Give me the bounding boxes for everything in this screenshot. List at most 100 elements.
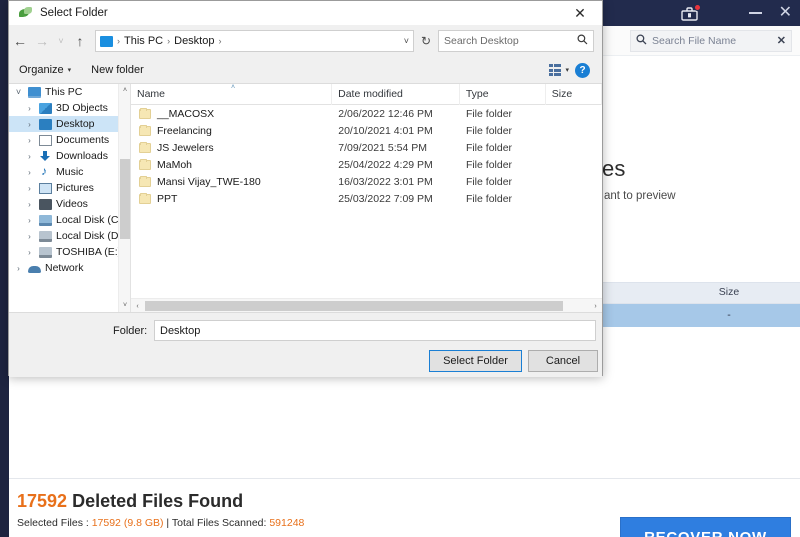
scrollbar-thumb[interactable]: [120, 159, 130, 239]
select-folder-button[interactable]: Select Folder: [429, 350, 522, 372]
scroll-down-button[interactable]: ˅: [119, 299, 131, 312]
refresh-button[interactable]: ↻: [414, 30, 438, 52]
chevron-right-icon[interactable]: ›: [24, 152, 35, 161]
tree-item-network[interactable]: › Network: [9, 260, 130, 276]
file-row-date: 25/04/2022 4:29 PM: [332, 159, 460, 171]
chevron-right-icon[interactable]: ›: [24, 168, 35, 177]
chevron-down-icon[interactable]: ˅: [404, 36, 409, 46]
column-header-size[interactable]: Size: [546, 84, 602, 105]
dialog-main-area: ˅This PC › 3D Objects ›Desktop›Documents›Do…: [9, 84, 602, 312]
scroll-right-button[interactable]: ›: [589, 299, 602, 312]
dialog-search-input[interactable]: Search Desktop: [438, 30, 594, 52]
table-row[interactable]: Freelancing20/10/2021 4:01 PMFile folder: [131, 122, 602, 139]
close-button[interactable]: ✕: [779, 5, 792, 21]
file-row-name-label: Freelancing: [157, 125, 212, 137]
file-row-name-label: Mansi Vijay_TWE-180: [157, 176, 261, 188]
tree-item-documents[interactable]: ›Documents: [9, 132, 130, 148]
back-button[interactable]: ←: [9, 28, 31, 54]
dialog-close-button[interactable]: ✕: [558, 1, 602, 25]
chevron-right-icon[interactable]: ›: [24, 232, 35, 241]
table-row[interactable]: JS Jewelers7/09/2021 5:54 PMFile folder: [131, 139, 602, 156]
chevron-down-icon: ▾: [565, 66, 569, 74]
folder-select-icon: [19, 6, 33, 20]
new-folder-button[interactable]: New folder: [81, 64, 154, 76]
table-row[interactable]: MaMoh25/04/2022 4:29 PMFile folder: [131, 156, 602, 173]
scroll-left-button[interactable]: ‹: [131, 299, 144, 312]
scrollbar-thumb[interactable]: [145, 301, 563, 311]
hamburger-menu-icon[interactable]: [715, 7, 732, 19]
scroll-up-button[interactable]: ˄: [119, 84, 131, 97]
tree-item-videos[interactable]: ›Videos: [9, 196, 130, 212]
chevron-right-icon[interactable]: ›: [24, 216, 35, 225]
music-icon: [39, 167, 52, 178]
search-icon: [636, 34, 647, 48]
tree-vertical-scrollbar[interactable]: ˄ ˅: [118, 84, 130, 312]
file-list-pane: Name ˄ Date modified Type Size __MACOSX2…: [131, 84, 602, 312]
chevron-right-icon[interactable]: ›: [24, 120, 35, 129]
tree-item-local-disk-d[interactable]: ›Local Disk (D:): [9, 228, 130, 244]
table-row[interactable]: Mansi Vijay_TWE-18016/03/2022 3:01 PMFil…: [131, 173, 602, 190]
folder-icon: [139, 160, 151, 170]
file-list-header: Name ˄ Date modified Type Size: [131, 84, 602, 105]
selected-files-prefix: Selected Files :: [17, 517, 92, 529]
tree-item-label: 3D Objects: [56, 102, 108, 114]
forward-button[interactable]: →: [31, 28, 53, 54]
tree-item-toshiba-e[interactable]: › TOSHIBA (E:): [9, 244, 130, 260]
recent-locations-button[interactable]: ˅: [53, 28, 69, 54]
address-bar[interactable]: › This PC › Desktop › ˅: [95, 30, 414, 52]
tree-item-pictures[interactable]: ›Pictures: [9, 180, 130, 196]
tree-item-downloads[interactable]: ›Downloads: [9, 148, 130, 164]
tree-item-music[interactable]: ›Music: [9, 164, 130, 180]
select-folder-dialog: Select Folder ✕ ← → ˅ ↑ › This PC › Desk…: [8, 0, 603, 376]
chevron-right-icon[interactable]: ›: [24, 184, 35, 193]
file-name-search-input[interactable]: Search File Name ✕: [630, 30, 792, 52]
cancel-button[interactable]: Cancel: [528, 350, 598, 372]
organize-button[interactable]: Organize ▾: [9, 64, 81, 76]
chevron-right-icon[interactable]: ›: [13, 264, 24, 273]
tree-item-local-disk-c[interactable]: ›Local Disk (C:): [9, 212, 130, 228]
desk-icon: [39, 119, 52, 130]
breadcrumb-this-pc[interactable]: This PC: [124, 35, 163, 47]
hdd-icon: [39, 231, 52, 242]
help-button[interactable]: ?: [575, 63, 590, 78]
deleted-files-found-line: 17592 Deleted Files Found: [17, 491, 243, 512]
dialog-titlebar: Select Folder ✕: [9, 1, 602, 25]
hddc-icon: [39, 215, 52, 226]
file-row-date: 16/03/2022 3:01 PM: [332, 176, 460, 188]
chevron-right-icon[interactable]: ›: [24, 248, 35, 257]
sort-ascending-icon: ˄: [231, 84, 235, 91]
file-row-name: Freelancing: [131, 125, 332, 137]
toolbox-icon[interactable]: [681, 6, 698, 21]
file-row-name: JS Jewelers: [131, 142, 332, 154]
search-placeholder: Search File Name: [652, 35, 772, 47]
table-row[interactable]: __MACOSX2/06/2022 12:46 PMFile folder: [131, 105, 602, 122]
chevron-down-icon[interactable]: ˅: [13, 87, 24, 97]
recover-now-button[interactable]: RECOVER NOW: [620, 517, 791, 537]
column-header-type[interactable]: Type: [460, 84, 546, 105]
minimize-button[interactable]: [749, 12, 762, 14]
tree-item-label: TOSHIBA (E:): [56, 246, 121, 258]
column-header-size[interactable]: Size: [693, 286, 765, 298]
folder-name-input[interactable]: Desktop: [154, 320, 596, 341]
tree-item-3d-objects[interactable]: › 3D Objects: [9, 100, 130, 116]
tree-item-desktop[interactable]: ›Desktop: [9, 116, 130, 132]
breadcrumb-desktop[interactable]: Desktop: [174, 35, 214, 47]
chevron-right-icon[interactable]: ›: [24, 104, 35, 113]
file-list-horizontal-scrollbar[interactable]: ‹ ›: [131, 298, 602, 312]
pc-icon: [28, 87, 41, 98]
scanned-files-value: 591248: [269, 517, 304, 529]
results-row-size: -: [693, 309, 765, 321]
tree-item-this-pc[interactable]: ˅This PC: [9, 84, 130, 100]
column-header-date-modified[interactable]: Date modified: [332, 84, 460, 105]
up-button[interactable]: ↑: [69, 28, 91, 54]
clear-icon[interactable]: ✕: [777, 36, 786, 47]
folder-icon: [139, 126, 151, 136]
column-header-name[interactable]: Name ˄: [131, 84, 332, 105]
chevron-right-icon[interactable]: ›: [24, 200, 35, 209]
hdd-icon: [39, 247, 52, 258]
table-row[interactable]: PPT25/03/2022 7:09 PMFile folder: [131, 190, 602, 207]
change-view-button[interactable]: ▾: [549, 64, 575, 76]
chevron-right-icon[interactable]: ›: [24, 136, 35, 145]
tree-item-label: Network: [45, 262, 84, 274]
file-row-name: PPT: [131, 193, 332, 205]
